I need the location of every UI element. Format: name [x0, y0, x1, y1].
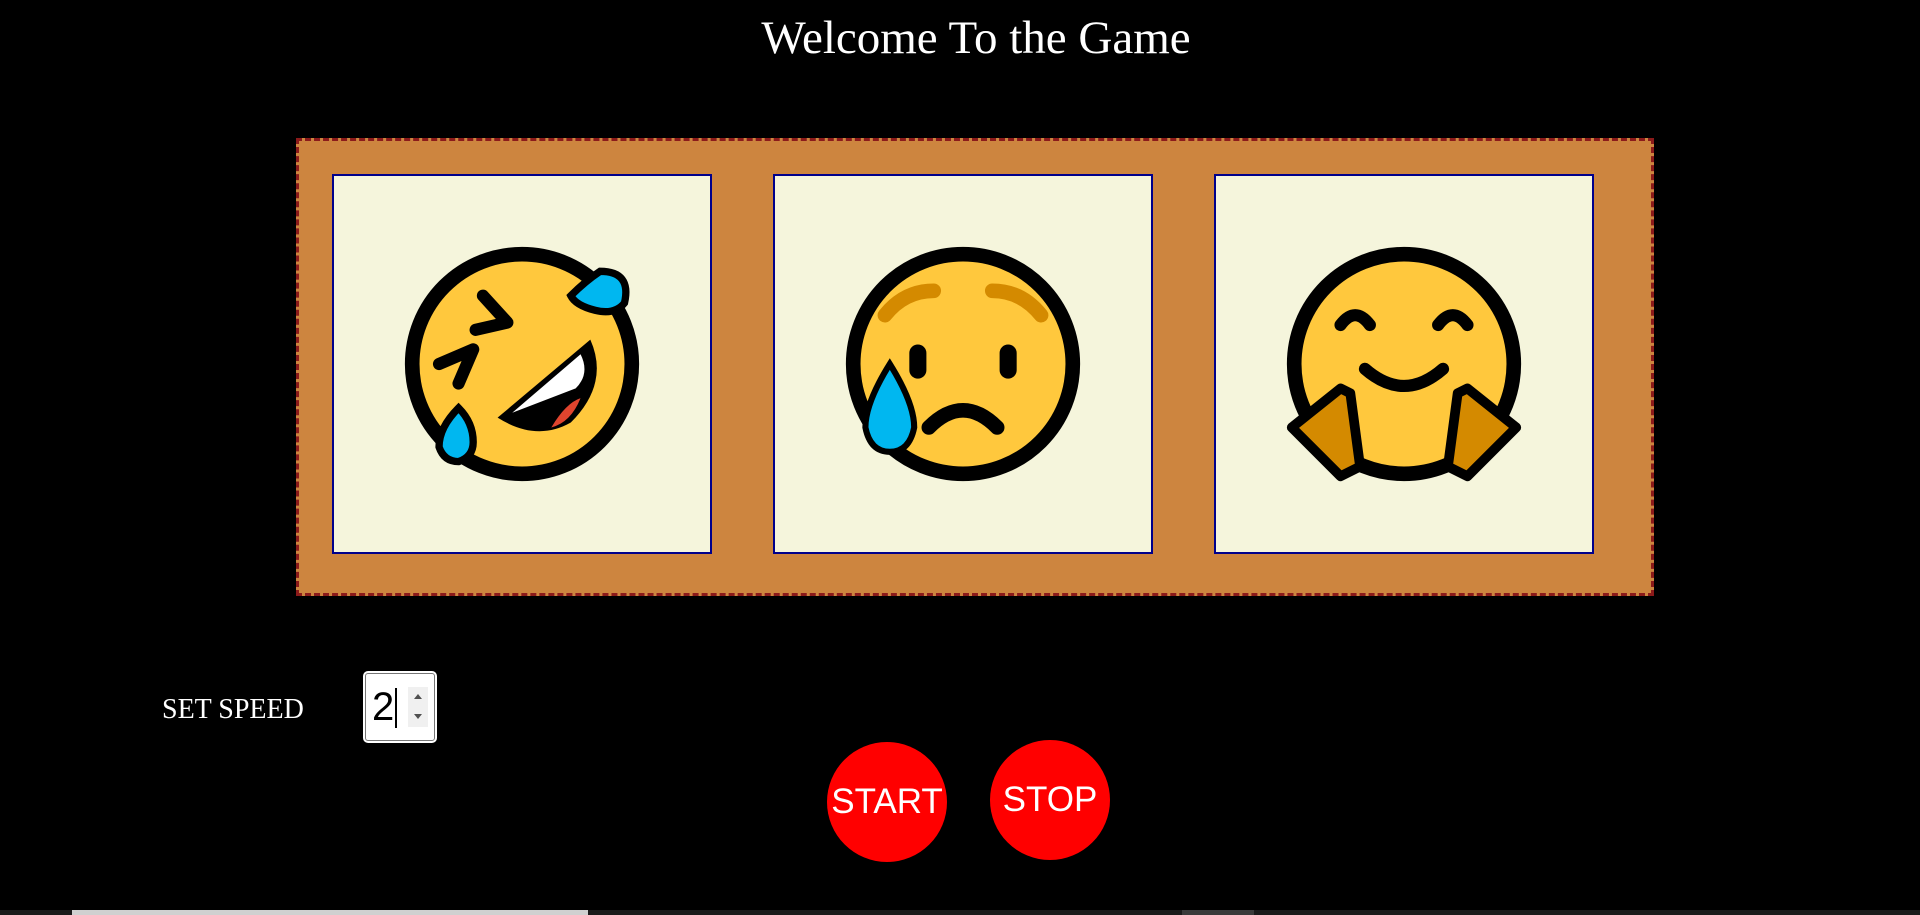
- page-title: Welcome To the Game: [761, 12, 1191, 64]
- stop-button[interactable]: STOP: [990, 740, 1110, 860]
- text-caret: [395, 688, 397, 728]
- spin-up-icon[interactable]: [408, 687, 428, 707]
- reel-2: [773, 174, 1153, 554]
- scrollbar-segment: [1182, 910, 1254, 915]
- scrollbar-thumb[interactable]: [72, 910, 588, 915]
- start-button[interactable]: START: [827, 742, 947, 862]
- speed-input[interactable]: 2: [363, 671, 437, 743]
- speed-value: 2: [372, 685, 395, 729]
- spin-down-icon[interactable]: [408, 707, 428, 727]
- speed-spinner[interactable]: [408, 687, 428, 727]
- hugging-face-emoji-icon: [1286, 246, 1522, 482]
- rolling-on-floor-laughing-emoji-icon: [404, 246, 640, 482]
- reel-1: [332, 174, 712, 554]
- reel-3: [1214, 174, 1594, 554]
- sad-but-relieved-emoji-icon: [845, 246, 1081, 482]
- speed-label: SET SPEED: [162, 694, 304, 725]
- slot-machine: [296, 138, 1654, 596]
